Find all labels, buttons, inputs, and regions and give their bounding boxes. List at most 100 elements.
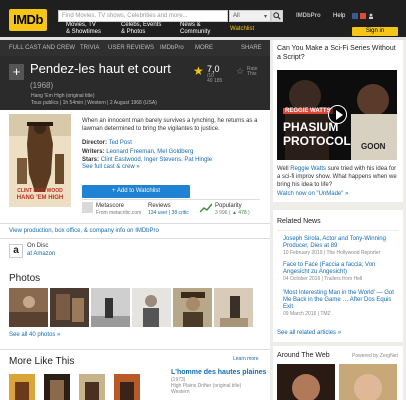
- learn-more-link[interactable]: Learn more: [233, 356, 259, 362]
- popularity-rank: 3 996 ( ▲ 478 ): [215, 210, 250, 216]
- subnav-user-reviews[interactable]: USER REVIEWS: [108, 45, 154, 51]
- recommendation-poster[interactable]: [44, 374, 70, 400]
- popularity-trend-icon: [200, 203, 212, 213]
- search-button[interactable]: [271, 10, 283, 22]
- web-thumbnail[interactable]: [339, 364, 397, 400]
- plot-summary: When an innocent man barely survives a l…: [82, 118, 258, 132]
- recommendation-title[interactable]: L'homme des hautes plaines: [171, 369, 266, 376]
- movie-title-text: Pendez-les haut et court: [30, 61, 171, 76]
- subnav-share[interactable]: SHARE: [241, 45, 262, 51]
- photos-heading: Photos: [9, 273, 41, 284]
- news-headline[interactable]: Face to Face (Faccia a faccia; Von Anges…: [283, 262, 399, 276]
- recommendation-poster[interactable]: [114, 374, 140, 400]
- news-meta: 09 March 2016 | TMZ: [283, 311, 331, 317]
- recommendation-poster[interactable]: [9, 374, 35, 400]
- add-to-watchlist-ribbon[interactable]: +: [9, 64, 24, 80]
- watch-now-link[interactable]: Watch now on "UnMade" »: [277, 191, 348, 197]
- google-icon[interactable]: [360, 13, 366, 19]
- news-headline[interactable]: Joseph Sirola, Actor and Tony-Winning Pr…: [283, 236, 399, 250]
- menu-label: News &: [180, 22, 201, 28]
- search-input[interactable]: Find Movies, TV shows, Celebrities and m…: [58, 10, 228, 22]
- metascore-label[interactable]: Metascore: [96, 203, 124, 209]
- menu-news-community[interactable]: News & Community: [180, 22, 210, 36]
- caption-name-link[interactable]: Reggie Watts: [290, 166, 326, 172]
- subnav-imdbpro[interactable]: IMDbPro: [160, 45, 184, 51]
- video-overlay-title-2: PROTOCOL: [283, 134, 351, 148]
- web-thumbnail[interactable]: [277, 364, 335, 400]
- search-category-select[interactable]: All ▾: [229, 10, 271, 22]
- watchlist-link[interactable]: Watchlist: [230, 26, 254, 32]
- divider: [277, 230, 399, 231]
- menu-label: & Showtimes: [66, 29, 102, 35]
- director-link[interactable]: Ted Post: [109, 140, 132, 146]
- menu-label: Community: [180, 29, 211, 35]
- news-item[interactable]: 'Most Interesting Man in the World' — Go…: [283, 290, 399, 318]
- photo-thumbnail[interactable]: [9, 288, 48, 327]
- imdbpro-info-link[interactable]: View production, box office, & company i…: [9, 228, 159, 234]
- main-column: + Pendez-les haut et court (1968) Hang '…: [0, 56, 270, 400]
- reviews-counts-link[interactable]: 134 user | 38 critic: [148, 210, 189, 216]
- news-item[interactable]: Joseph Sirola, Actor and Tony-Winning Pr…: [283, 236, 399, 257]
- full-cast-link[interactable]: See full cast & crew »: [82, 164, 140, 170]
- photo-thumbnail[interactable]: [50, 288, 89, 327]
- imdb-logo[interactable]: IMDb: [9, 9, 47, 31]
- release-date-link[interactable]: 2 August 1968 (USA): [110, 100, 157, 106]
- rating-count[interactable]: 40 185: [207, 79, 222, 84]
- see-all-photos-link[interactable]: See all 40 photos »: [9, 332, 60, 338]
- menu-label: Celebs, Events: [121, 22, 162, 28]
- menu-label: Movies, TV: [66, 22, 96, 28]
- photo-thumbnail[interactable]: [132, 288, 171, 327]
- add-to-watchlist-button[interactable]: + Add to Watchlist: [82, 185, 190, 198]
- top-navbar: IMDb Find Movies, TV shows, Celebrities …: [0, 0, 406, 37]
- search-icon: [273, 12, 281, 20]
- poster-text-title: HANG 'EM HIGH: [16, 195, 64, 201]
- play-icon[interactable]: [328, 105, 347, 124]
- popularity-change: ▲ 478: [231, 210, 247, 216]
- divider: [0, 223, 270, 224]
- video-card-title[interactable]: Can You Make a Sci-Fi Series Without a S…: [277, 44, 399, 62]
- at-amazon-link[interactable]: at Amazon: [27, 251, 55, 257]
- photo-thumbnail[interactable]: [173, 288, 212, 327]
- video-overlay-title-1: PHASIUM: [283, 120, 339, 134]
- rating-details: /10 40 185: [207, 74, 222, 84]
- runtime: 1h 54min: [62, 100, 84, 106]
- divider: [82, 199, 260, 200]
- title-bar: + Pendez-les haut et court (1968) Hang '…: [0, 56, 270, 110]
- more-like-this-heading: More Like This: [9, 356, 75, 367]
- video-thumbnail[interactable]: REGGIE WATTS PHASIUM PROTOCOL GOON: [277, 70, 397, 160]
- imdbpro-link[interactable]: IMDbPro: [296, 13, 321, 19]
- search-placeholder: Find Movies, TV shows, Celebrities and m…: [62, 13, 188, 19]
- powered-by-label: Powered by ZergNet: [352, 353, 398, 359]
- menu-movies-tv[interactable]: Movies, TV & Showtimes: [66, 22, 101, 36]
- photo-thumbnail[interactable]: [214, 288, 253, 327]
- amazon-icon[interactable]: a: [9, 244, 23, 258]
- metascore-source: From metacritic.com: [96, 210, 142, 216]
- writers-credit: Writers: Leonard Freeman, Mel Goldberg: [82, 149, 193, 155]
- subnav-full-cast[interactable]: FULL CAST AND CREW: [9, 45, 75, 51]
- divider: [0, 349, 270, 350]
- video-caption: Well Reggie Watts sure tried with his id…: [277, 165, 399, 189]
- movie-year[interactable]: (1968): [30, 81, 53, 90]
- user-icon[interactable]: [368, 13, 374, 19]
- stars-link[interactable]: Clint Eastwood, Inger Stevens, Pat Hingl…: [101, 157, 212, 163]
- help-label: Help: [333, 13, 346, 19]
- help-link[interactable]: Help: [333, 13, 345, 19]
- writers-link[interactable]: Leonard Freeman, Mel Goldberg: [106, 149, 193, 155]
- popularity-value: 3 996: [215, 210, 228, 216]
- recommendation-poster[interactable]: [79, 374, 105, 400]
- title-meta: Tous publics | 1h 54min | Western | 2 Au…: [31, 100, 157, 106]
- movie-poster[interactable]: CLINT EASTWOOD HANG 'EM HIGH: [9, 114, 71, 207]
- sign-in-button[interactable]: Sign in: [352, 27, 398, 36]
- certificate: Tous publics: [31, 100, 59, 106]
- subnav-trivia[interactable]: TRIVIA: [80, 45, 99, 51]
- rate-this-button[interactable]: Rate This: [247, 67, 261, 77]
- news-item[interactable]: Face to Face (Faccia a faccia; Von Anges…: [283, 262, 399, 283]
- genre-link[interactable]: Western: [87, 100, 106, 106]
- subnav-more[interactable]: MORE: [195, 45, 213, 51]
- rate-star-icon[interactable]: ☆: [236, 66, 244, 77]
- news-headline[interactable]: 'Most Interesting Man in the World' — Go…: [283, 290, 399, 311]
- photo-thumbnail[interactable]: [91, 288, 130, 327]
- facebook-icon[interactable]: [352, 13, 358, 19]
- see-related-articles-link[interactable]: See all related articles »: [277, 330, 341, 336]
- menu-celebs-events[interactable]: Celebs, Events & Photos: [121, 22, 161, 36]
